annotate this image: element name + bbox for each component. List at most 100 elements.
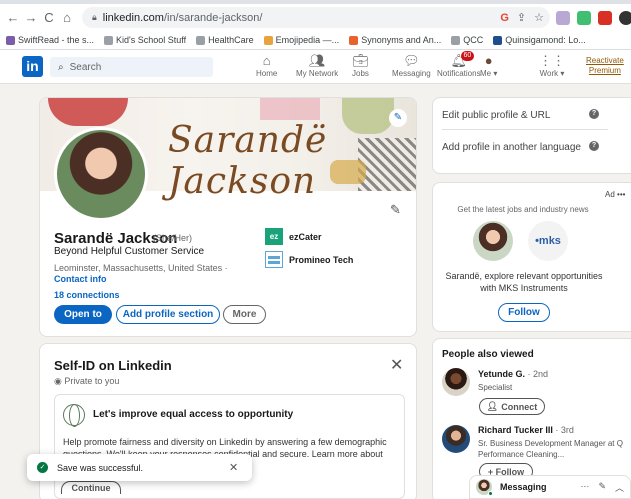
reactivate-line2: Premium xyxy=(588,66,621,75)
google-icon[interactable]: G xyxy=(500,12,509,24)
ad-card: Ad ••• Get the latest jobs and industry … xyxy=(432,182,631,332)
browser-toolbar: ← → C ⌂ 🔒︎ linkedin.com/in/sarande-jacks… xyxy=(0,4,631,31)
forward-icon[interactable]: → xyxy=(22,10,40,25)
nav-label: Jobs xyxy=(352,69,369,78)
home-icon: ⌂ xyxy=(262,53,271,68)
self-id-heading: Let's improve equal access to opportunit… xyxy=(93,409,294,420)
privacy-note: ◉ Private to you xyxy=(54,376,120,386)
nav-home[interactable]: ⌂ Home xyxy=(256,53,277,78)
continue-button[interactable]: Continue xyxy=(61,481,121,494)
profile-location: Leominster, Massachusetts, United States… xyxy=(54,263,228,273)
ad-user-avatar xyxy=(473,221,513,261)
close-icon[interactable]: ✕ xyxy=(390,355,403,375)
section-title: People also viewed xyxy=(442,349,534,360)
bookmark-item[interactable]: HealthCare xyxy=(196,35,254,45)
bookmark-icon xyxy=(349,35,359,45)
extension-icon[interactable] xyxy=(598,10,612,25)
save-toast: ✓ Save was successful. ✕ xyxy=(27,454,252,481)
grid-icon: ⋮⋮ xyxy=(539,53,565,68)
ad-text: Sarandë, explore relevant opportunities … xyxy=(445,271,603,293)
online-status-dot xyxy=(488,491,493,496)
bookmark-icon xyxy=(196,35,206,45)
chevron-up-icon[interactable]: ︿ xyxy=(615,481,624,494)
messaging-bar[interactable]: Messaging ··· ✎ ︿ xyxy=(469,475,631,499)
person-name[interactable]: Yetunde G. · 2nd xyxy=(478,369,548,379)
messaging-label: Messaging xyxy=(500,482,547,492)
close-icon[interactable]: ✕ xyxy=(229,461,238,474)
bookmark-label: QCC xyxy=(463,35,484,45)
company-promineo[interactable]: Promineo Tech xyxy=(265,251,353,268)
share-icon[interactable]: ⇪ xyxy=(517,11,526,24)
globe-icon xyxy=(63,404,85,427)
address-bar[interactable]: 🔒︎ linkedin.com/in/sarande-jackson/ G ⇪ … xyxy=(82,7,550,28)
add-profile-language-link[interactable]: Add profile in another language xyxy=(442,141,582,154)
bookmark-label: Kid's School Stuff xyxy=(116,35,187,45)
edit-banner-icon[interactable]: ✎ xyxy=(389,109,407,127)
bookmark-item[interactable]: Kid's School Stuff xyxy=(104,35,186,45)
bookmark-item[interactable]: Emojipedia —... xyxy=(263,35,340,45)
help-icon[interactable]: ? xyxy=(589,109,599,119)
bookmark-item[interactable]: SwiftRead - the s... xyxy=(6,35,94,45)
extension-icon[interactable] xyxy=(577,10,591,25)
search-input[interactable]: ⌕ Search xyxy=(50,57,213,77)
ad-label: Ad ••• xyxy=(605,190,626,199)
more-button[interactable]: More xyxy=(223,305,266,324)
bookmarks-bar: SwiftRead - the s... Kid's School Stuff He… xyxy=(0,31,631,50)
url-path: /in/sarande-jackson/ xyxy=(163,11,263,24)
more-icon[interactable]: ••• xyxy=(617,190,625,199)
ezcater-logo: ez xyxy=(265,228,283,245)
puzzle-icon[interactable] xyxy=(619,10,631,25)
person-subtitle: Sr. Business Development Manager at Q Pe… xyxy=(478,439,623,459)
profile-avatar[interactable] xyxy=(54,127,148,221)
profile-settings-card: Edit public profile & URL ? Add profile … xyxy=(432,97,631,174)
bookmark-icon xyxy=(104,35,114,45)
check-icon: ✓ xyxy=(37,462,48,473)
profile-headline: Beyond Helpful Customer Service xyxy=(54,246,205,257)
person-subtitle: Specialist xyxy=(478,383,513,392)
bookmark-label: Emojipedia —... xyxy=(275,35,340,45)
bookmark-item[interactable]: QCC xyxy=(451,35,483,45)
nav-jobs[interactable]: 💼︎ Jobs xyxy=(352,53,369,78)
person-name[interactable]: Richard Tucker III · 3rd xyxy=(478,425,574,435)
connections-link[interactable]: 18 connections xyxy=(54,290,120,300)
nav-network[interactable]: 👥︎ My Network xyxy=(296,53,338,78)
nav-bell[interactable]: 🔔︎ 60 Notifications xyxy=(437,51,481,78)
reactivate-premium-link[interactable]: Reactivate Premium xyxy=(586,56,624,76)
person-avatar[interactable] xyxy=(442,368,470,396)
profile-card: Sarandë Jackson ✎ ✎ Sarandë Jackson (She… xyxy=(39,97,417,337)
edit-intro-pencil-icon[interactable]: ✎ xyxy=(390,202,401,218)
more-icon[interactable]: ··· xyxy=(580,481,589,494)
company-ezcater[interactable]: ez ezCater xyxy=(265,228,322,245)
nav-label: Work ▾ xyxy=(539,69,565,78)
connect-button[interactable]: 👤︎ Connect xyxy=(479,398,545,415)
nav-label: Home xyxy=(256,69,278,78)
back-icon[interactable]: ← xyxy=(4,10,22,25)
edit-public-profile-link[interactable]: Edit public profile & URL xyxy=(442,109,550,122)
star-icon[interactable]: ☆ xyxy=(534,11,544,24)
linkedin-logo[interactable]: in xyxy=(22,56,43,77)
notification-badge: 60 xyxy=(460,51,475,61)
nav-avatar[interactable]: ● Me ▾ xyxy=(480,53,497,78)
help-icon[interactable]: ? xyxy=(589,141,599,151)
bookmark-item[interactable]: Synonyms and An... xyxy=(349,35,441,45)
banner-text: Sarandë Jackson xyxy=(168,120,328,202)
extension-icon[interactable] xyxy=(556,10,570,25)
reload-icon[interactable]: C xyxy=(40,10,58,25)
messaging-avatar xyxy=(476,479,493,496)
open-to-button[interactable]: Open to xyxy=(54,305,112,324)
bookmark-item[interactable]: Quinsigamond: Lo... xyxy=(493,35,586,45)
company-name: Promineo Tech xyxy=(289,254,354,265)
home-icon[interactable]: ⌂ xyxy=(58,10,76,25)
me-avatar: ● xyxy=(484,53,493,68)
person-avatar[interactable] xyxy=(442,425,470,453)
add-profile-section-button[interactable]: Add profile section xyxy=(116,305,220,324)
nav-grid[interactable]: ⋮⋮ Work ▾ xyxy=(539,53,565,78)
compose-icon[interactable]: ✎ xyxy=(598,481,606,494)
contact-info-link[interactable]: Contact info xyxy=(54,274,107,284)
bookmark-icon xyxy=(6,35,15,45)
follow-button[interactable]: Follow xyxy=(498,303,550,322)
jobs-icon: 💼︎ xyxy=(352,53,369,68)
bookmark-label: Synonyms and An... xyxy=(361,35,442,45)
nav-messaging[interactable]: 💬︎ Messaging xyxy=(392,53,431,78)
network-icon: 👥︎ xyxy=(308,53,326,68)
